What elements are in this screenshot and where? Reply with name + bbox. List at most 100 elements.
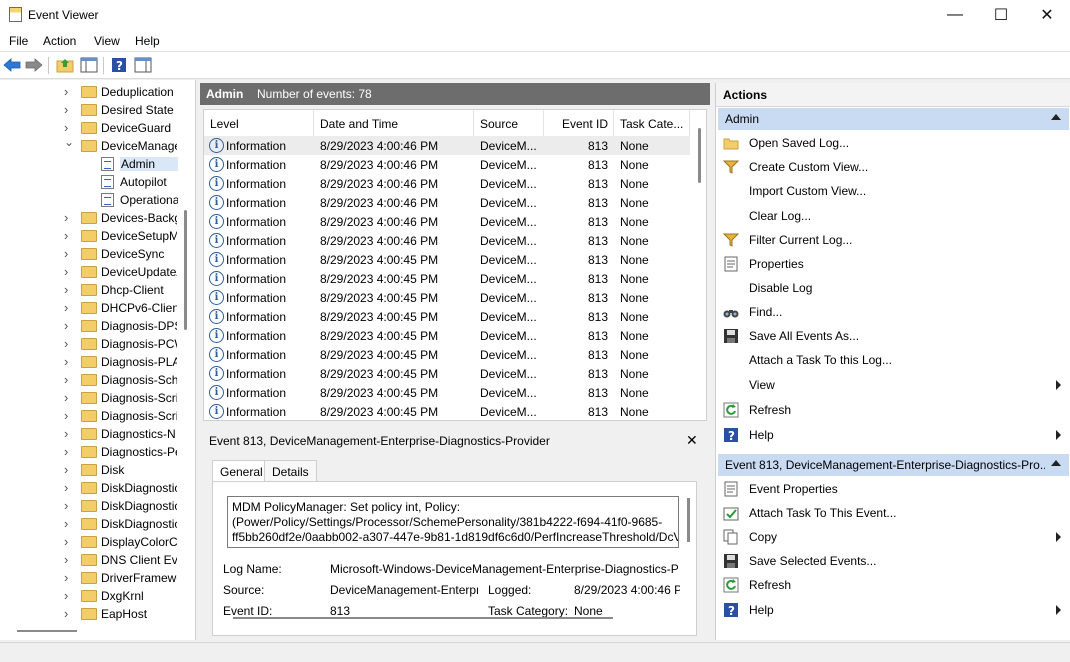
chevron-right-icon[interactable]: › <box>64 120 74 135</box>
detail-horizontal-scrollbar[interactable] <box>233 617 613 619</box>
message-scrollbar[interactable] <box>687 498 690 542</box>
chevron-right-icon[interactable]: › <box>64 426 74 441</box>
actions-section-event[interactable]: Event 813, DeviceManagement-Enterprise-D… <box>718 454 1069 476</box>
chevron-right-icon[interactable]: › <box>64 552 74 567</box>
chevron-right-icon[interactable]: › <box>64 84 74 99</box>
tree-item[interactable]: › Diagnostics-Pe <box>0 443 195 461</box>
menu-action[interactable]: Action <box>43 34 76 48</box>
chevron-right-icon[interactable]: › <box>64 282 74 297</box>
chevron-right-icon[interactable]: › <box>64 534 74 549</box>
chevron-right-icon[interactable]: › <box>64 444 74 459</box>
table-row[interactable]: i Information 8/29/2023 4:00:46 PM DeviceM.… <box>204 155 690 174</box>
chevron-right-icon[interactable]: › <box>64 498 74 513</box>
tree-item[interactable]: › Diagnosis-PLA <box>0 353 195 371</box>
table-row[interactable]: i Information 8/29/2023 4:00:45 PM DeviceM.… <box>204 307 690 326</box>
collapse-arrow-icon[interactable] <box>1051 114 1061 120</box>
table-row[interactable]: i Information 8/29/2023 4:00:45 PM DeviceM.… <box>204 288 690 307</box>
grid-scrollbar[interactable] <box>698 128 701 183</box>
table-row[interactable]: i Information 8/29/2023 4:00:46 PM DeviceM.… <box>204 231 690 250</box>
tree-item[interactable]: › Devices-Backg <box>0 209 195 227</box>
tab-details[interactable]: Details <box>264 460 317 482</box>
chevron-right-icon[interactable]: › <box>64 606 74 621</box>
chevron-right-icon[interactable]: › <box>64 408 74 423</box>
action-item[interactable]: Copy <box>716 526 1070 548</box>
chevron-right-icon[interactable]: › <box>64 318 74 333</box>
tree-item[interactable]: › DeviceSetupM <box>0 227 195 245</box>
action-item[interactable]: Clear Log... <box>716 205 1070 227</box>
tree-item[interactable]: › DeviceSync <box>0 245 195 263</box>
tree-item[interactable]: › DiskDiagnostic <box>0 479 195 497</box>
table-row[interactable]: i Information 8/29/2023 4:00:45 PM DeviceM.… <box>204 402 690 420</box>
tree-scrollbar[interactable] <box>184 210 187 330</box>
event-message-box[interactable]: MDM PolicyManager: Set policy int, Polic… <box>227 496 679 548</box>
tree-item[interactable]: Autopilot <box>0 173 195 191</box>
tree-item[interactable]: › Diagnosis-Scri <box>0 389 195 407</box>
tree-item[interactable]: › DiskDiagnostic <box>0 515 195 533</box>
tab-general[interactable]: General <box>212 460 271 482</box>
action-item[interactable]: ? Help <box>716 424 1070 446</box>
chevron-right-icon[interactable]: › <box>64 372 74 387</box>
chevron-right-icon[interactable]: › <box>64 570 74 585</box>
table-row[interactable]: i Information 8/29/2023 4:00:45 PM DeviceM.… <box>204 269 690 288</box>
chevron-right-icon[interactable]: › <box>64 228 74 243</box>
actions-section-admin[interactable]: Admin <box>718 108 1069 130</box>
action-item[interactable]: Save All Events As... <box>716 325 1070 347</box>
tree-item[interactable]: › Diagnosis-DPS <box>0 317 195 335</box>
chevron-right-icon[interactable]: › <box>64 264 74 279</box>
close-detail-icon[interactable]: ✕ <box>686 432 698 449</box>
forward-arrow-icon[interactable] <box>25 56 43 74</box>
tree-item[interactable]: › DisplayColorC <box>0 533 195 551</box>
table-row[interactable]: i Information 8/29/2023 4:00:46 PM DeviceM.… <box>204 193 690 212</box>
column-header-level[interactable]: Level <box>204 110 314 136</box>
show-hide-action-pane-icon[interactable] <box>134 56 152 74</box>
tree-horizontal-scrollbar[interactable] <box>17 630 77 632</box>
action-item[interactable]: Refresh <box>716 399 1070 421</box>
table-row[interactable]: i Information 8/29/2023 4:00:45 PM DeviceM.… <box>204 383 690 402</box>
action-item[interactable]: Attach a Task To this Log... <box>716 349 1070 371</box>
show-hide-console-tree-icon[interactable] <box>80 56 98 74</box>
tree-item[interactable]: Operationa <box>0 191 195 209</box>
column-header-source[interactable]: Source <box>474 110 544 136</box>
chevron-right-icon[interactable]: › <box>64 102 74 117</box>
chevron-right-icon[interactable]: › <box>64 516 74 531</box>
tree-item[interactable]: › Diagnosis-Sch <box>0 371 195 389</box>
tree-item[interactable]: › DxgKrnl <box>0 587 195 605</box>
chevron-right-icon[interactable]: › <box>64 210 74 225</box>
chevron-right-icon[interactable]: › <box>64 354 74 369</box>
up-folder-icon[interactable] <box>56 56 74 74</box>
action-item[interactable]: Save Selected Events... <box>716 550 1070 572</box>
action-item[interactable]: Open Saved Log... <box>716 132 1070 154</box>
action-item[interactable]: Find... <box>716 301 1070 323</box>
collapse-arrow-icon[interactable] <box>1051 460 1061 466</box>
chevron-right-icon[interactable]: › <box>64 462 74 477</box>
table-row[interactable]: i Information 8/29/2023 4:00:46 PM DeviceM.… <box>204 136 690 155</box>
chevron-right-icon[interactable]: › <box>64 300 74 315</box>
table-row[interactable]: i Information 8/29/2023 4:00:46 PM DeviceM.… <box>204 174 690 193</box>
chevron-right-icon[interactable]: › <box>64 588 74 603</box>
table-row[interactable]: i Information 8/29/2023 4:00:45 PM DeviceM.… <box>204 250 690 269</box>
action-item[interactable]: View <box>716 374 1070 396</box>
table-row[interactable]: i Information 8/29/2023 4:00:45 PM DeviceM.… <box>204 326 690 345</box>
tree-item[interactable]: › DiskDiagnostic <box>0 497 195 515</box>
tree-item[interactable]: › Desired State C <box>0 101 195 119</box>
table-row[interactable]: i Information 8/29/2023 4:00:46 PM DeviceM.… <box>204 212 690 231</box>
tree-item[interactable]: › Diagnostics-N <box>0 425 195 443</box>
tree-item[interactable]: › DNS Client Eve <box>0 551 195 569</box>
action-item[interactable]: ? Help <box>716 599 1070 621</box>
tree-item[interactable]: › Dhcp-Client <box>0 281 195 299</box>
back-arrow-icon[interactable] <box>3 56 21 74</box>
table-row[interactable]: i Information 8/29/2023 4:00:45 PM DeviceM.… <box>204 364 690 383</box>
tree-item[interactable]: Admin <box>0 155 195 173</box>
tree-item[interactable]: › Diagnosis-PCW <box>0 335 195 353</box>
column-header-event-id[interactable]: Event ID <box>544 110 614 136</box>
maximize-button[interactable]: ☐ <box>978 0 1024 30</box>
action-item[interactable]: Event Properties <box>716 478 1070 500</box>
chevron-right-icon[interactable]: › <box>64 480 74 495</box>
action-item[interactable]: Import Custom View... <box>716 180 1070 202</box>
chevron-right-icon[interactable]: › <box>64 246 74 261</box>
help-icon[interactable]: ? <box>110 56 128 74</box>
column-header-task-category[interactable]: Task Cate... <box>614 110 690 136</box>
menu-help[interactable]: Help <box>135 34 160 48</box>
table-row[interactable]: i Information 8/29/2023 4:00:45 PM DeviceM.… <box>204 345 690 364</box>
tree-item[interactable]: › EapHost <box>0 605 195 623</box>
